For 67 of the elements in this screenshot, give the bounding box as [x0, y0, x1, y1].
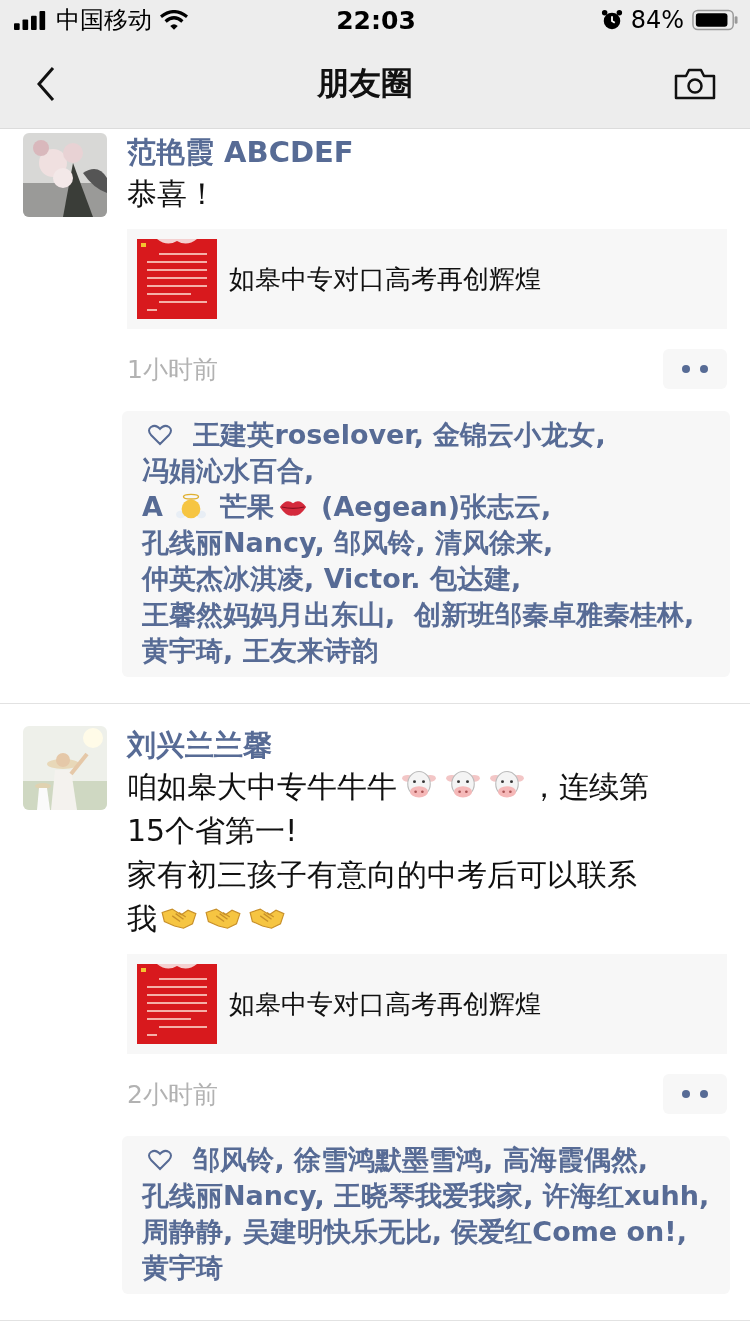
- post-text: 咱如皋大中专牛牛牛: [127, 769, 397, 804]
- liker-link[interactable]: 邹风铃: [193, 1144, 275, 1175]
- separator-text: ,: [415, 527, 427, 558]
- battery-icon: [692, 9, 738, 31]
- heart-icon: [148, 424, 172, 446]
- separator-text: ,: [223, 1216, 235, 1247]
- post-time: 2小时前: [127, 1078, 218, 1111]
- separator-text: ,: [637, 1144, 649, 1175]
- more-button[interactable]: [663, 349, 727, 389]
- dots-icon: [680, 1089, 710, 1099]
- separator-text: ,: [510, 563, 523, 594]
- liker-link[interactable]: 金锦云小龙女: [433, 419, 596, 450]
- battery-percent: 84%: [630, 6, 684, 34]
- post-text: 15个省第一!: [127, 813, 298, 848]
- separator-text: ,: [483, 1144, 495, 1175]
- liker-link[interactable]: 黄宇琦: [142, 1252, 223, 1283]
- separator-text: ,: [542, 527, 555, 558]
- liker-link[interactable]: 高海霞偶然: [502, 1144, 638, 1175]
- more-button[interactable]: [663, 1074, 727, 1114]
- liker-link[interactable]: 孔线丽Nancy: [142, 1180, 315, 1211]
- liker-link[interactable]: 王馨然妈妈月出东山: [142, 599, 385, 630]
- liker-link[interactable]: 徐雪鸿默墨雪鸿: [294, 1144, 484, 1175]
- link-card[interactable]: 如皋中专对口高考再创辉煌: [127, 229, 727, 329]
- separator-text: ,: [431, 1216, 443, 1247]
- separator-text: ,: [523, 1180, 535, 1211]
- post-text: 恭喜！: [127, 176, 217, 211]
- liker-link[interactable]: 清风徐来: [434, 527, 543, 558]
- liker-link[interactable]: 黄宇琦: [142, 635, 223, 666]
- separator-text: ,: [595, 419, 607, 450]
- signal-icon: [14, 10, 48, 30]
- post-text: ，连续第: [529, 769, 649, 804]
- clock-time: 22:03: [336, 5, 416, 35]
- post-time: 1小时前: [127, 353, 218, 386]
- carrier-text: 中国移动: [56, 5, 152, 36]
- separator-text: ,: [684, 599, 696, 630]
- author-name[interactable]: 范艳霞 ABCDEF: [127, 133, 730, 171]
- liker-link[interactable]: 冯娟沁水百合: [142, 455, 304, 486]
- wifi-icon: [160, 9, 188, 31]
- liker-link[interactable]: 吴建明快乐无比: [242, 1216, 432, 1247]
- liker-link[interactable]: Victor. 包达建: [323, 563, 511, 594]
- separator-text: ,: [274, 1144, 286, 1175]
- liker-link[interactable]: 许海红xuhh: [542, 1180, 699, 1211]
- liker-link[interactable]: 王晓琴我爱我家: [334, 1180, 524, 1211]
- liker-link[interactable]: 周静静: [142, 1216, 223, 1247]
- liker-link[interactable]: 王友来诗韵: [242, 635, 378, 666]
- separator-text: ,: [385, 599, 397, 630]
- liker-link[interactable]: 孔线丽Nancy: [142, 527, 315, 558]
- liker-link[interactable]: 邹风铃: [334, 527, 416, 558]
- author-name[interactable]: 刘兴兰兰馨: [127, 726, 730, 764]
- liker-link[interactable]: A 芒果 (Aegean)张志云: [142, 491, 542, 522]
- separator-text: ,: [541, 491, 553, 522]
- heart-icon: [148, 1149, 172, 1171]
- post-text: 家有初三孩子有意向的中考后可以联系: [127, 857, 637, 892]
- liker-link[interactable]: 王建英roselover: [193, 419, 414, 450]
- separator-text: ,: [223, 635, 235, 666]
- separator-text: ,: [304, 455, 316, 486]
- liker-link[interactable]: 侯爱红Come on!: [451, 1216, 677, 1247]
- separator-text: ,: [699, 1180, 711, 1211]
- separator-text: ,: [676, 1216, 688, 1247]
- dots-icon: [680, 364, 710, 374]
- alarm-icon: [600, 9, 623, 31]
- liker-link[interactable]: 创新班邹秦卓雅秦桂林: [404, 599, 685, 630]
- liker-link[interactable]: 仲英杰冰淇凌: [142, 563, 304, 594]
- page-title: 朋友圈: [317, 63, 413, 104]
- link-card[interactable]: 如皋中专对口高考再创辉煌: [127, 954, 727, 1054]
- post-text: 我: [127, 901, 157, 936]
- separator-text: ,: [304, 563, 316, 594]
